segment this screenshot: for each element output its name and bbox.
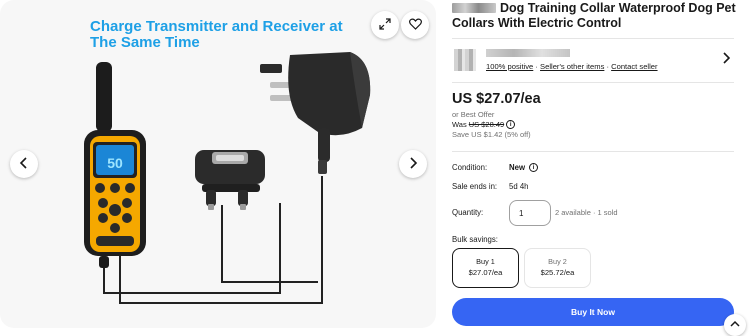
availability-text: 2 available · 1 sold [555,208,618,217]
info-icon[interactable]: i [529,163,539,172]
quantity-label: Quantity: [452,208,484,217]
image-headline-line-2: The Same Time [90,34,200,51]
next-image-button[interactable] [399,150,427,178]
bulk-option-price: $27.07/ea [468,268,503,277]
seller-feedback-link[interactable]: 100% positive [486,62,533,71]
chevron-right-icon [408,156,418,172]
image-headline: Charge Transmitter and Receiver at The S… [90,19,343,51]
divider [452,82,734,83]
was-label: Was [452,120,467,129]
bulk-option-buy-1[interactable]: Buy 1 $27.07/ea [452,248,519,288]
item-price: US $27.07/ea [452,91,541,107]
divider [452,38,734,39]
listing-panel: Dog Training Collar Waterproof Dog Pet C… [452,0,756,328]
best-offer-text: or Best Offer [452,110,495,119]
condition-value-text: New [509,163,526,172]
seller-card[interactable]: 100% positive · Seller's other items · C… [452,45,734,75]
remote-display-text: 50 [107,155,123,171]
condition-value: New i [509,163,539,172]
condition-label: Condition: [452,163,488,172]
chevron-right-icon[interactable] [722,51,731,67]
previous-image-button[interactable] [10,150,38,178]
info-icon[interactable]: i [506,120,516,129]
listing-title: Dog Training Collar Waterproof Dog Pet C… [452,1,742,31]
was-price-value: US $28.49 [468,120,505,129]
blurred-brand [452,3,496,13]
bulk-savings-label: Bulk savings: [452,235,498,244]
chevron-left-icon [19,156,29,172]
seller-name-blurred [486,49,570,57]
sale-ends-value: 5d 4h [509,182,529,191]
seller-avatar [454,49,476,71]
sale-ends-label: Sale ends in: [452,182,498,191]
contact-seller-link[interactable]: Contact seller [611,62,657,71]
was-price: Was US $28.49 i [452,120,516,129]
bulk-option-price: $25.72/ea [540,268,575,277]
buy-it-now-button[interactable]: Buy It Now [452,298,734,326]
image-headline-line-1: Charge Transmitter and Receiver at [90,18,343,35]
bulk-option-qty: Buy 2 [548,257,567,266]
expand-icon [379,17,391,33]
savings-text: Save US $1.42 (5% off) [452,130,531,139]
expand-button[interactable] [371,11,399,39]
chevron-up-icon [730,320,740,330]
quantity-input[interactable] [509,200,551,226]
divider [452,151,734,152]
heart-icon [408,18,422,33]
image-gallery[interactable]: 50 Charge Transmitter and Receiver at Th… [0,0,436,328]
seller-other-items-link[interactable]: Seller's other items [540,62,604,71]
watch-button[interactable] [401,11,429,39]
scroll-to-top-button[interactable] [724,314,746,336]
bulk-option-buy-2[interactable]: Buy 2 $25.72/ea [524,248,591,288]
bulk-option-qty: Buy 1 [476,257,495,266]
seller-links: 100% positive · Seller's other items · C… [486,62,658,71]
